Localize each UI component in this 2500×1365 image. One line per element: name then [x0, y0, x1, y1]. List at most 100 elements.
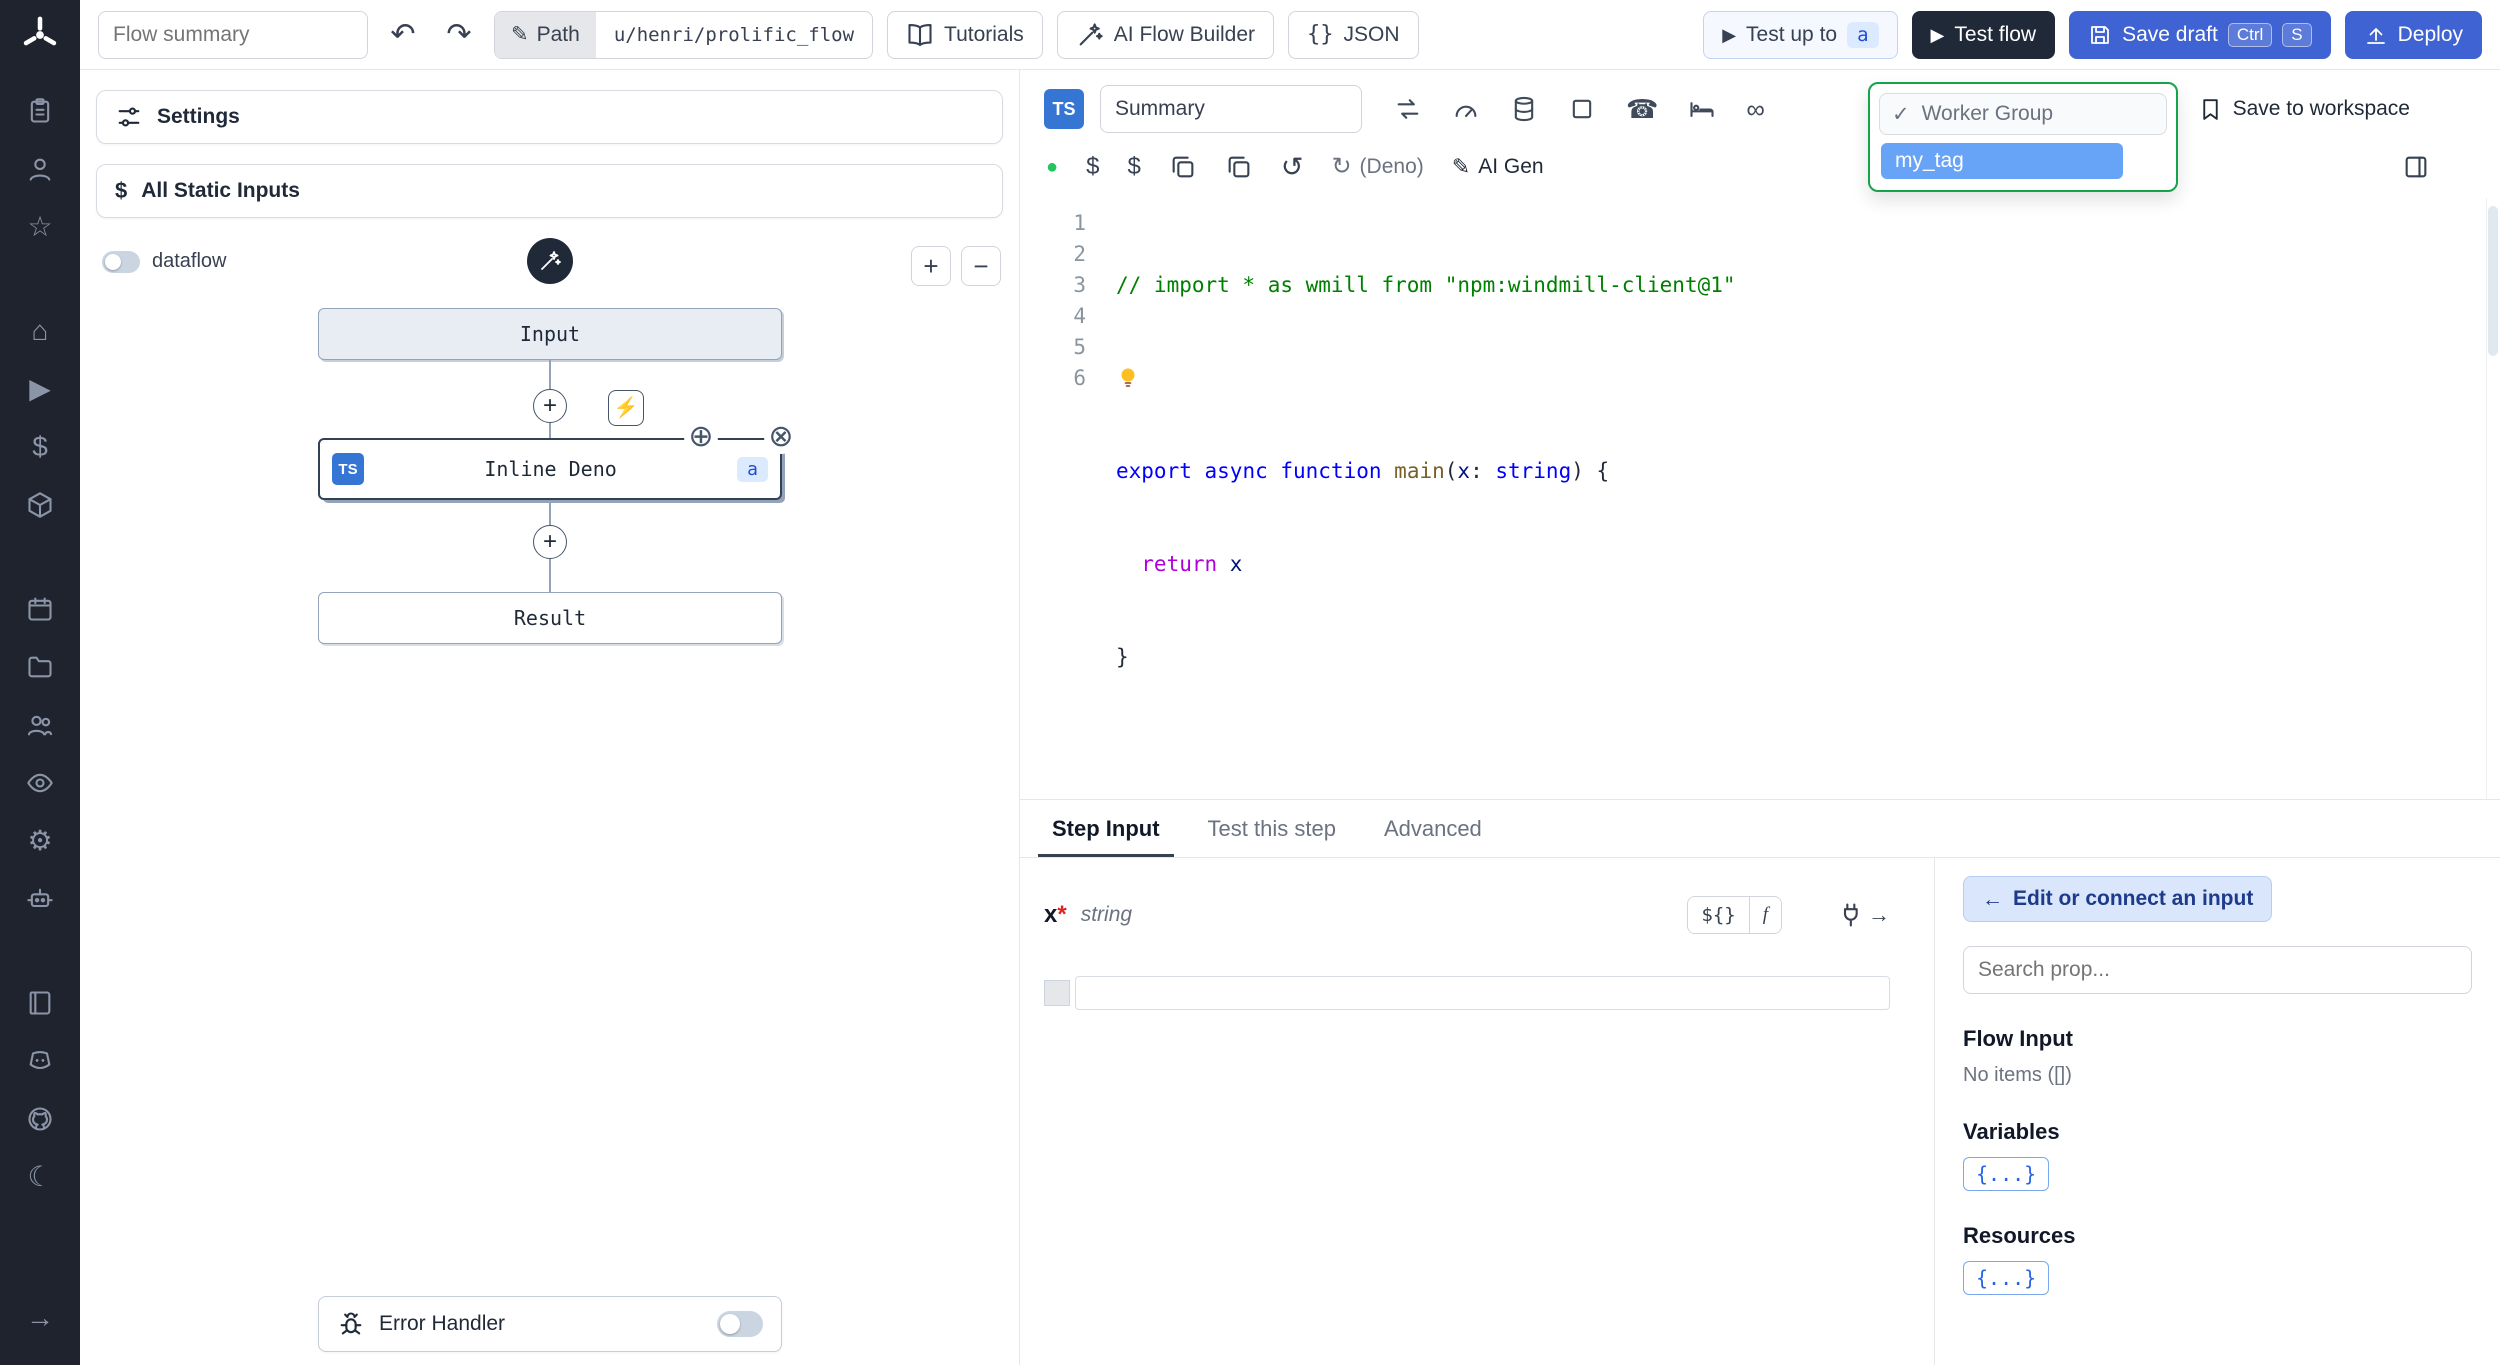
folders-icon[interactable]: [17, 644, 63, 690]
delete-step-icon[interactable]: ⊗: [764, 420, 798, 454]
dropdown-option-my-tag[interactable]: my_tag: [1881, 143, 2123, 179]
runs-play-icon[interactable]: ▶: [17, 366, 63, 412]
tab-test-this-step[interactable]: Test this step: [1186, 800, 1358, 857]
resources-expander-chip[interactable]: {...}: [1963, 1261, 2050, 1295]
worker-group-header[interactable]: ✓ Worker Group: [1879, 93, 2167, 135]
dollar-icon: $: [115, 178, 128, 203]
phone-icon[interactable]: ☎: [1626, 96, 1658, 122]
ai-assistant-wand-button[interactable]: [527, 238, 573, 284]
paste-clipboard-icon[interactable]: [1225, 153, 1253, 181]
settings-label: Settings: [157, 105, 240, 128]
favorites-star-icon[interactable]: ☆: [17, 204, 63, 250]
flow-settings-row[interactable]: Settings: [96, 90, 1003, 144]
undo-icon[interactable]: ↶: [382, 14, 424, 56]
code-empty-line: [1116, 735, 2500, 766]
save-draft-label: Save draft: [2122, 22, 2218, 46]
github-icon[interactable]: [17, 1096, 63, 1142]
variables-expander-chip[interactable]: {...}: [1963, 1157, 2050, 1191]
expand-sidebar-icon[interactable]: →: [17, 1295, 63, 1341]
ai-flow-builder-label: AI Flow Builder: [1113, 22, 1255, 46]
audit-eye-icon[interactable]: [17, 760, 63, 806]
expr-mode-button[interactable]: ${}: [1688, 897, 1750, 933]
line-number: 3: [1073, 273, 1086, 297]
add-step-button[interactable]: +: [533, 525, 567, 559]
tab-step-input[interactable]: Step Input: [1030, 800, 1182, 857]
add-step-button[interactable]: +: [533, 389, 567, 423]
test-up-to-button[interactable]: ▶ Test up to a: [1703, 10, 1898, 59]
ai-flow-builder-button[interactable]: AI Flow Builder: [1056, 10, 1274, 59]
variables-title: Variables: [1963, 1119, 2060, 1144]
save-to-workspace-button[interactable]: Save to workspace: [2198, 97, 2410, 122]
test-flow-button[interactable]: ▶ Test flow: [1911, 10, 2056, 59]
runtime-selector[interactable]: ↻ (Deno): [1331, 155, 1423, 179]
save-to-workspace-label: Save to workspace: [2232, 97, 2410, 120]
runs-icon[interactable]: [17, 88, 63, 134]
step-summary-input[interactable]: [1100, 85, 1362, 133]
edit-or-connect-button[interactable]: ← Edit or connect an input: [1963, 876, 2273, 922]
code-token: function: [1280, 459, 1382, 483]
suspend-square-icon[interactable]: [1568, 95, 1596, 123]
settings-gear-icon[interactable]: ⚙: [17, 818, 63, 864]
windmill-logo-icon[interactable]: [19, 14, 61, 56]
search-prop-input[interactable]: [1963, 946, 2472, 994]
add-trigger-bolt-button[interactable]: ⚡: [608, 390, 644, 426]
zoom-out-button[interactable]: −: [961, 246, 1001, 286]
field-x-value-input[interactable]: [1075, 976, 1890, 1010]
zoom-controls: + −: [911, 246, 1001, 286]
save-draft-button[interactable]: Save draft Ctrl S: [2069, 10, 2331, 59]
pencil-icon: ✎: [1451, 154, 1471, 179]
zoom-in-button[interactable]: +: [911, 246, 951, 286]
field-row-x: x * string ${} f →: [1044, 896, 1890, 934]
dataflow-toggle[interactable]: [102, 250, 140, 273]
line-number: 5: [1073, 335, 1086, 359]
book-open-icon: [906, 21, 934, 49]
redo-icon[interactable]: ↷: [438, 14, 480, 56]
library-panel-icon[interactable]: [2402, 153, 2430, 181]
schedules-calendar-icon[interactable]: [17, 586, 63, 632]
early-stop-gauge-icon[interactable]: [1452, 95, 1480, 123]
scrollbar-thumb[interactable]: [2488, 206, 2498, 356]
path-pill[interactable]: ✎ Path: [495, 11, 596, 58]
flow-node-result[interactable]: Result: [318, 592, 782, 644]
error-handler-row[interactable]: Error Handler: [318, 1296, 782, 1352]
code-content[interactable]: // import * as wmill from "npm:windmill-…: [1086, 208, 2500, 799]
mock-infinity-icon[interactable]: ∞: [1746, 96, 1765, 122]
cache-database-icon[interactable]: [1510, 95, 1538, 123]
copy-icon[interactable]: [1169, 153, 1197, 181]
variables-dollar-icon[interactable]: $: [17, 424, 63, 470]
retry-swap-icon[interactable]: [1394, 95, 1422, 123]
all-static-inputs-row[interactable]: $ All Static Inputs: [96, 164, 1003, 218]
json-button[interactable]: {} JSON: [1288, 10, 1419, 59]
quickfix-lightbulb-icon[interactable]: [1116, 365, 1140, 389]
flow-summary-input[interactable]: [98, 10, 368, 59]
step-input-form: x * string ${} f →: [1020, 858, 1934, 1365]
kbd-s: S: [2282, 22, 2312, 47]
dark-mode-moon-icon[interactable]: ☾: [17, 1154, 63, 1200]
user-icon[interactable]: [17, 146, 63, 192]
workers-robot-icon[interactable]: [17, 876, 63, 922]
discord-icon[interactable]: [17, 1038, 63, 1084]
sleep-bed-icon[interactable]: [1688, 95, 1716, 123]
add-resource-icon[interactable]: $: [1127, 155, 1140, 179]
code-token: x: [1457, 459, 1471, 483]
function-mode-button[interactable]: f: [1749, 897, 1781, 933]
groups-users-icon[interactable]: [17, 702, 63, 748]
editor-scrollbar[interactable]: [2486, 198, 2500, 799]
error-handler-toggle[interactable]: [717, 1311, 763, 1337]
tab-advanced[interactable]: Advanced: [1362, 800, 1504, 857]
home-icon[interactable]: ⌂: [17, 308, 63, 354]
history-icon[interactable]: ↺: [1281, 153, 1304, 181]
flow-node-input[interactable]: Input: [318, 308, 782, 360]
code-comment: // import * as wmill from "npm:windmill-…: [1116, 273, 1736, 297]
move-step-icon[interactable]: ⊕: [684, 420, 718, 454]
path-group[interactable]: ✎ Path u/henri/prolific_flow: [494, 10, 874, 59]
resources-cube-icon[interactable]: [17, 482, 63, 528]
path-value: u/henri/prolific_flow: [613, 23, 855, 46]
add-variable-icon[interactable]: $: [1086, 155, 1099, 179]
docs-book-icon[interactable]: [17, 980, 63, 1026]
test-up-to-label: Test up to: [1746, 22, 1838, 46]
ai-gen-button[interactable]: ✎ AI Gen: [1452, 155, 1544, 179]
tutorials-button[interactable]: Tutorials: [887, 10, 1043, 59]
connect-input-plug-button[interactable]: →: [1838, 901, 1890, 929]
deploy-button[interactable]: Deploy: [2344, 10, 2482, 59]
